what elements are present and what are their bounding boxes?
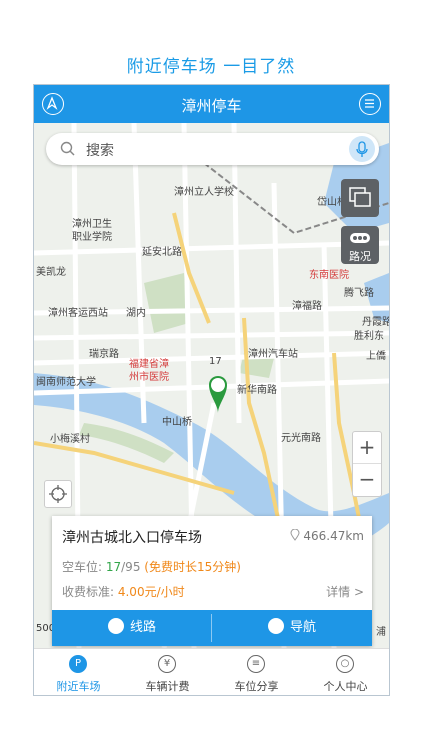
layers-button[interactable] (341, 179, 379, 217)
map-label: 延安北路 (142, 247, 182, 258)
navigate-button-label: 导航 (289, 620, 316, 635)
navigate-button[interactable]: 导航 (212, 610, 372, 646)
map-label: 湖内 (126, 308, 146, 319)
tab-label: 附近车场 (56, 680, 101, 693)
route-icon (107, 618, 124, 634)
map-label: 漳州客运西站 (48, 308, 108, 319)
navigate-icon (267, 618, 284, 634)
map-label: 职业学院 (72, 232, 112, 243)
distance: 466.47km (290, 528, 364, 543)
phone-screen: 漳州停车 17 漳州立人学校 岱山村 漳州卫生 职业学院 东南医院 美凯龙 漳州… (33, 84, 390, 696)
map-label: 漳州汽车站 (248, 349, 298, 360)
traffic-button[interactable]: 路况 (341, 226, 379, 264)
parking-lot-name: 漳州古城北入口停车场 (62, 530, 202, 546)
pin-icon (290, 528, 300, 541)
traffic-label: 路况 (349, 250, 371, 263)
yuan-icon: ¥ (158, 655, 176, 673)
traffic-icon (350, 233, 370, 243)
menu-icon[interactable] (359, 93, 381, 115)
map-label: 丹霞路 (362, 317, 389, 328)
route-button-label: 线路 (129, 620, 156, 635)
share-icon: ≡ (247, 655, 265, 673)
user-icon: ○ (336, 655, 354, 673)
map-label: 州市医院 (129, 372, 169, 383)
crosshair-icon (49, 485, 67, 503)
parking-lot-card[interactable]: 漳州古城北入口停车场 466.47km 空车位: 17/95 (免费时长15分钟… (52, 516, 372, 646)
microphone-icon[interactable] (349, 136, 375, 162)
parking-icon: P (69, 655, 87, 673)
zoom-in-button[interactable]: + (353, 432, 381, 464)
map-label: 漳州立人学校 (174, 187, 234, 198)
zoom-control: + − (352, 431, 382, 497)
map-label: 元光南路 (281, 433, 321, 444)
map-label: 小梅溪村 (50, 434, 90, 445)
my-location-button[interactable] (44, 480, 72, 508)
map-label: 美凯龙 (36, 267, 66, 278)
details-link[interactable]: 详情 > (326, 583, 364, 600)
map-label: 浦 (376, 627, 386, 638)
layers-icon (349, 187, 371, 207)
app-title: 漳州停车 (181, 97, 242, 115)
map-label: 胜利东 (354, 331, 384, 342)
fee-row: 收费标准: 4.00元/小时 (62, 583, 185, 600)
marker-count[interactable]: 17 (209, 356, 222, 367)
vacancy-label: 空车位: (62, 560, 106, 574)
vacancy-row: 空车位: 17/95 (免费时长15分钟) (62, 558, 241, 575)
distance-value: 466.47km (303, 529, 364, 543)
search-input[interactable]: 搜索 (86, 140, 114, 160)
tab-vehicle-billing[interactable]: ¥ 车辆计费 (123, 649, 212, 695)
vacancy-free: 17 (105, 560, 122, 574)
fee-label: 收费标准: (62, 585, 118, 599)
map-label: 漳福路 (292, 301, 322, 312)
card-actions: 线路 导航 (52, 610, 372, 646)
promo-headline: 附近停车场 一目了然 (126, 57, 296, 77)
zoom-out-button[interactable]: − (353, 464, 381, 496)
map-label: 东南医院 (309, 270, 349, 281)
tab-label: 车辆计费 (145, 680, 190, 693)
bottom-tab-bar: P 附近车场 ¥ 车辆计费 ≡ 车位分享 ○ 个人中心 (34, 648, 389, 695)
search-bar[interactable]: 搜索 (46, 133, 379, 165)
route-button[interactable]: 线路 (52, 610, 212, 646)
top-bar: 漳州停车 (34, 85, 389, 123)
tab-personal-center[interactable]: ○ 个人中心 (301, 649, 389, 695)
free-duration-note: (免费时长15分钟) (144, 560, 241, 574)
tab-spot-sharing[interactable]: ≡ 车位分享 (212, 649, 301, 695)
tab-label: 车位分享 (234, 680, 279, 693)
map-label: 闽南师范大学 (36, 377, 96, 388)
search-icon (60, 141, 76, 161)
map-label: 腾飞路 (344, 288, 374, 299)
map-label: 中山桥 (162, 417, 192, 428)
map-label: 新华南路 (237, 385, 277, 396)
map-label: 上僑 (366, 351, 386, 362)
vacancy-total: /95 (121, 560, 141, 574)
fee-value: 4.00元/小时 (117, 585, 185, 599)
map-label: 瑞京路 (89, 349, 119, 360)
tab-label: 个人中心 (323, 680, 368, 693)
tab-nearby-parking[interactable]: P 附近车场 (34, 649, 123, 695)
map-view[interactable]: 17 漳州立人学校 岱山村 漳州卫生 职业学院 东南医院 美凯龙 漳州客运西站 … (34, 123, 389, 648)
